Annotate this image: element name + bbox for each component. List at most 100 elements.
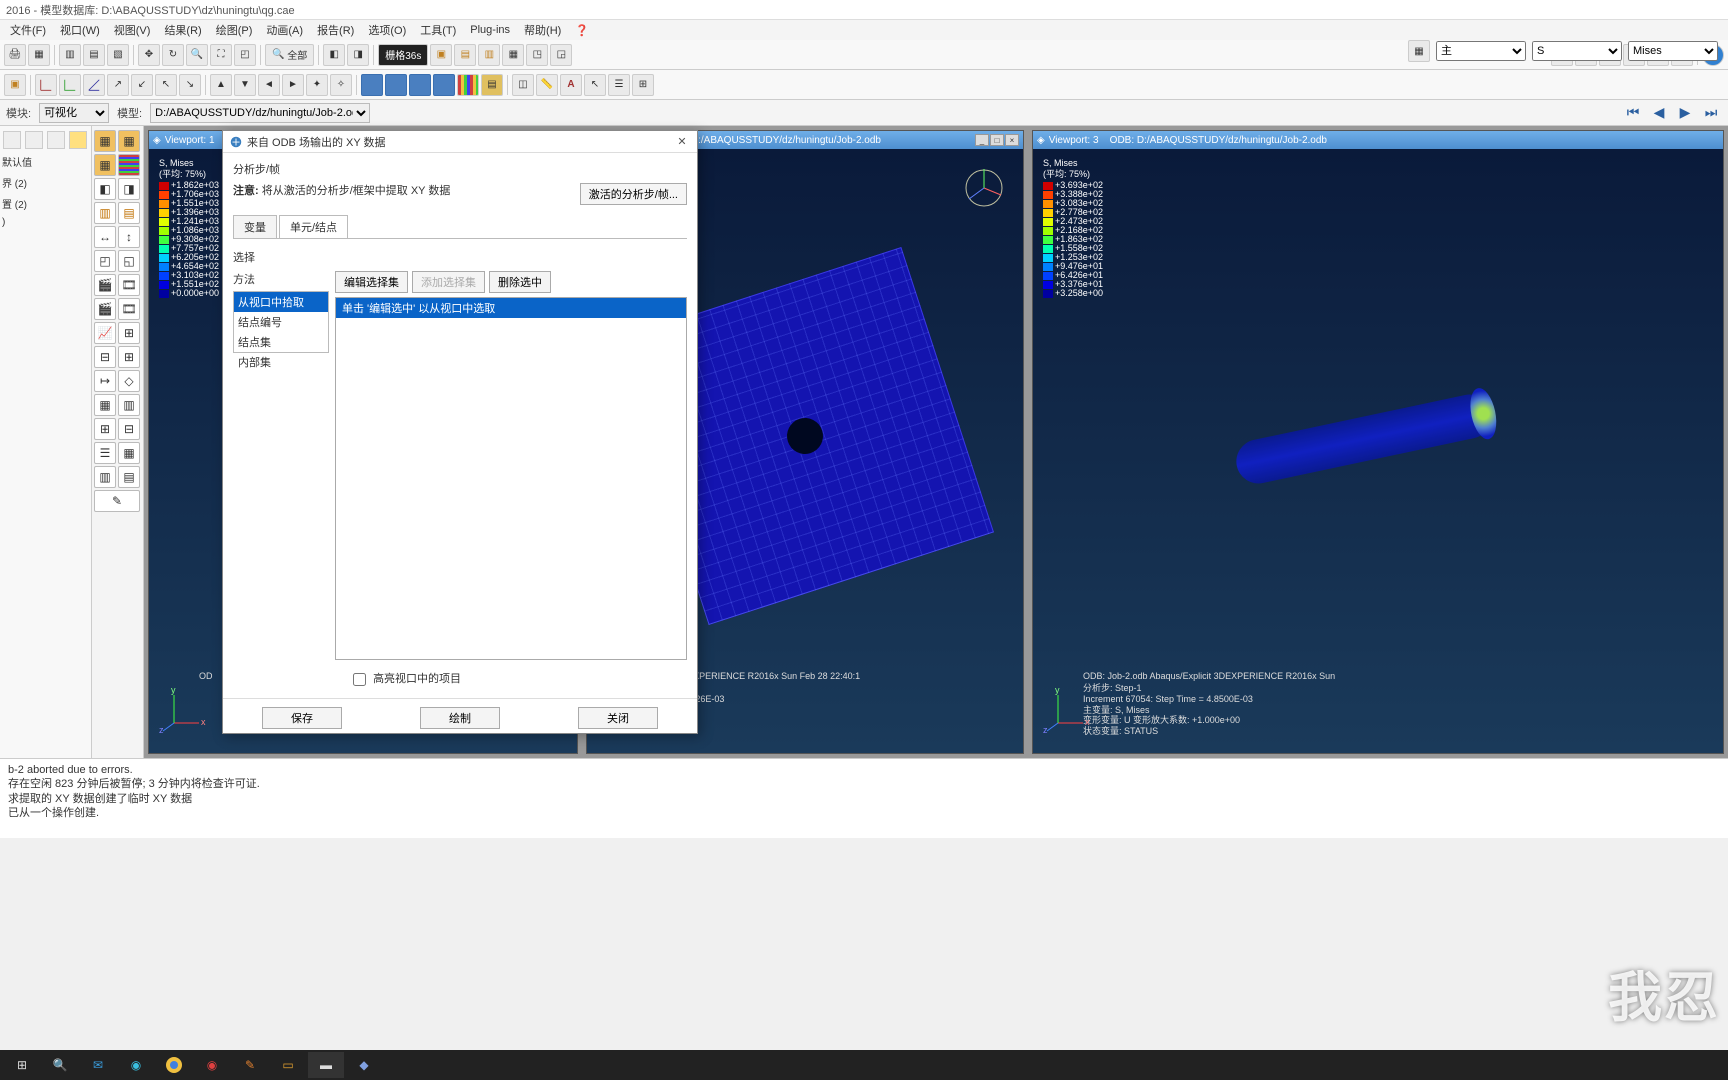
cursor-icon[interactable]: ↖ — [584, 74, 606, 96]
pal-14[interactable]: 🎞 — [118, 274, 140, 296]
cube2-icon[interactable]: ▤ — [454, 44, 476, 66]
method-nodeset[interactable]: 结点集 — [234, 332, 328, 352]
pal-22[interactable]: ◇ — [118, 370, 140, 392]
triad-4[interactable]: ► — [282, 74, 304, 96]
rt-combo1[interactable]: 主 — [1436, 41, 1526, 61]
close-button[interactable]: 关闭 — [578, 707, 658, 729]
method-pick[interactable]: 从视口中拾取 — [234, 292, 328, 312]
rotate-icon[interactable]: ↻ — [162, 44, 184, 66]
pal-21[interactable]: ↦ — [94, 370, 116, 392]
pal-5[interactable]: ◧ — [94, 178, 116, 200]
pal-17[interactable]: 📈 — [94, 322, 116, 344]
pal-9[interactable]: ↔ — [94, 226, 116, 248]
menu-report[interactable]: 报告(R) — [311, 20, 360, 40]
pal-26[interactable]: ⊟ — [118, 418, 140, 440]
triad-3[interactable]: ◄ — [258, 74, 280, 96]
align-left-icon[interactable]: ▥ — [59, 44, 81, 66]
method-internal[interactable]: 内部集 — [234, 352, 328, 372]
tb-app3-icon[interactable]: ▭ — [270, 1052, 306, 1078]
pal-12[interactable]: ◱ — [118, 250, 140, 272]
menu-plot[interactable]: 绘图(P) — [210, 20, 259, 40]
text-icon[interactable]: A — [560, 74, 582, 96]
yz-icon[interactable] — [59, 74, 81, 96]
persp-icon[interactable]: ◨ — [347, 44, 369, 66]
zoom-win-icon[interactable]: ◰ — [234, 44, 256, 66]
triad-2[interactable]: ▼ — [234, 74, 256, 96]
sel-box-icon[interactable]: ◫ — [512, 74, 534, 96]
last-frame-icon[interactable]: ⏭ — [1700, 103, 1722, 123]
pal-7[interactable]: ▥ — [94, 202, 116, 224]
pal-6[interactable]: ◨ — [118, 178, 140, 200]
menu-view[interactable]: 视图(V) — [108, 20, 157, 40]
pal-pen-icon[interactable]: ✎ — [94, 490, 140, 512]
menu-result[interactable]: 结果(R) — [158, 20, 207, 40]
render-1[interactable] — [361, 74, 383, 96]
tb-search-icon[interactable]: 🔍 — [42, 1052, 78, 1078]
pal-10[interactable]: ↕ — [118, 226, 140, 248]
delete-selection-button[interactable]: 删除选中 — [489, 271, 551, 293]
render-4[interactable] — [433, 74, 455, 96]
lp-ico4[interactable] — [69, 131, 87, 149]
grid-icon[interactable]: ⊞ — [632, 74, 654, 96]
tb-start-icon[interactable]: ⊞ — [4, 1052, 40, 1078]
pal-1[interactable]: ▦ — [94, 130, 116, 152]
tab-variables[interactable]: 变量 — [233, 215, 277, 238]
rt-combo3[interactable]: Mises — [1628, 41, 1718, 61]
menu-viewport[interactable]: 视口(W) — [54, 20, 106, 40]
list-icon[interactable]: ☰ — [608, 74, 630, 96]
pal-28[interactable]: ▦ — [118, 442, 140, 464]
tb-mail-icon[interactable]: ✉ — [80, 1052, 116, 1078]
grid-toggle[interactable]: 栅格36s — [378, 44, 428, 66]
pal-19[interactable]: ⊟ — [94, 346, 116, 368]
menu-plugins[interactable]: Plug-ins — [464, 22, 516, 38]
mosaic-icon[interactable]: ▦ — [502, 44, 524, 66]
pal-24[interactable]: ▥ — [118, 394, 140, 416]
pan-icon[interactable]: ✥ — [138, 44, 160, 66]
activate-steps-button[interactable]: 激活的分析步/帧... — [580, 183, 687, 205]
menu-anim[interactable]: 动画(A) — [260, 20, 309, 40]
highlight-checkbox[interactable]: 高亮视口中的项目 — [353, 673, 461, 685]
tb-chrome-icon[interactable] — [156, 1052, 192, 1078]
triad-5[interactable]: ✦ — [306, 74, 328, 96]
axis-1[interactable]: ↗ — [107, 74, 129, 96]
pal-25[interactable]: ⊞ — [94, 418, 116, 440]
pal-20[interactable]: ⊞ — [118, 346, 140, 368]
view-btn-2[interactable]: ◲ — [550, 44, 572, 66]
plot-button[interactable]: 绘制 — [420, 707, 500, 729]
selection-list[interactable]: 单击 '编辑选中' 以从视口中选取 — [335, 297, 687, 660]
triad-6[interactable]: ✧ — [330, 74, 352, 96]
zoom-fit-icon[interactable]: ⛶ — [210, 44, 232, 66]
cube1-icon[interactable]: ▣ — [430, 44, 452, 66]
pal-13[interactable]: 🎬 — [94, 274, 116, 296]
axis-2[interactable]: ↙ — [131, 74, 153, 96]
align-right-icon[interactable]: ▧ — [107, 44, 129, 66]
render-3[interactable] — [409, 74, 431, 96]
view-btn-1[interactable]: ◳ — [526, 44, 548, 66]
vp2-max-icon[interactable]: □ — [990, 134, 1004, 146]
method-nodeid[interactable]: 结点编号 — [234, 312, 328, 332]
iso-icon[interactable]: ◧ — [323, 44, 345, 66]
all-button[interactable]: 🔍 全部 — [265, 44, 314, 66]
pal-15[interactable]: 🎬 — [94, 298, 116, 320]
tb-app1-icon[interactable]: ◉ — [194, 1052, 230, 1078]
save-button[interactable]: 保存 — [262, 707, 342, 729]
method-list[interactable]: 从视口中拾取 结点编号 结点集 内部集 — [233, 291, 329, 353]
render-5[interactable] — [457, 74, 479, 96]
ruler-icon[interactable]: 📏 — [536, 74, 558, 96]
tb-abq-icon[interactable]: ◆ — [346, 1052, 382, 1078]
vp2-close-icon[interactable]: × — [1005, 134, 1019, 146]
render-2[interactable] — [385, 74, 407, 96]
axis-3[interactable]: ↖ — [155, 74, 177, 96]
menu-help[interactable]: 帮助(H) — [518, 20, 567, 40]
pal-3[interactable]: ▦ — [94, 154, 116, 176]
edit-selection-button[interactable]: 编辑选择集 — [335, 271, 408, 293]
pal-23[interactable]: ▦ — [94, 394, 116, 416]
pal-29[interactable]: ▥ — [94, 466, 116, 488]
zoom-box-icon[interactable]: 🔍 — [186, 44, 208, 66]
rt-combo2[interactable]: S — [1532, 41, 1622, 61]
tb-edge-icon[interactable]: ◉ — [118, 1052, 154, 1078]
pal-11[interactable]: ◰ — [94, 250, 116, 272]
pal-18[interactable]: ⊞ — [118, 322, 140, 344]
lp-ico3[interactable] — [47, 131, 65, 149]
model-select[interactable]: D:/ABAQUSSTUDY/dz/huningtu/Job-2.odb — [150, 103, 370, 123]
